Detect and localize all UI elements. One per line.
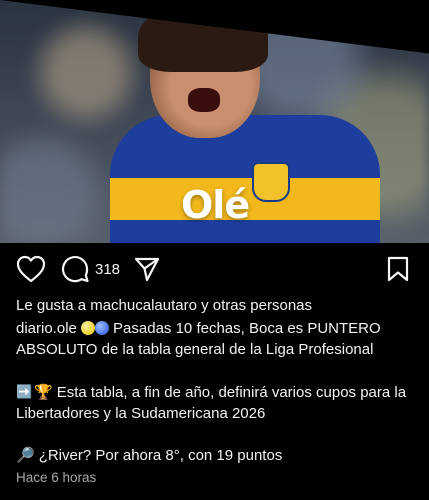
save-button[interactable] bbox=[386, 252, 410, 286]
post-caption-area: Le gusta a machucalautaro y otras person… bbox=[16, 295, 416, 466]
club-crest-icon bbox=[252, 162, 290, 202]
blue-circle-emoji-icon bbox=[95, 321, 110, 335]
comment-count: 318 bbox=[95, 260, 121, 278]
post-timestamp: Hace 6 horas bbox=[16, 470, 97, 485]
post-image[interactable]: Olé bbox=[0, 0, 429, 243]
caption-paragraph-3-block: 🔎 ¿River? Por ahora 8°, con 19 puntos bbox=[16, 445, 416, 466]
comment-bubble-icon bbox=[61, 256, 89, 283]
likes-summary[interactable]: Le gusta a machucalautaro y otras person… bbox=[16, 295, 416, 316]
yellow-circle-emoji-icon bbox=[81, 321, 96, 335]
caption-paragraph-3: ¿River? Por ahora 8°, con 19 puntos bbox=[38, 447, 283, 464]
player-mouth bbox=[188, 88, 220, 112]
share-button[interactable] bbox=[133, 252, 161, 286]
post-actions-bar: 318 bbox=[0, 252, 429, 288]
caption-username[interactable]: diario.ole bbox=[16, 320, 77, 337]
paper-plane-icon bbox=[134, 257, 160, 282]
like-button[interactable] bbox=[16, 252, 46, 286]
ole-logo: Olé bbox=[181, 183, 250, 227]
caption-text: diario.ole Pasadas 10 fechas, Boca es PU… bbox=[16, 318, 416, 360]
trophy-emoji-icon: 🏆 bbox=[34, 384, 53, 401]
bookmark-icon bbox=[387, 256, 409, 282]
caption-paragraph-2-block: ➡️ 🏆 Esta tabla, a fin de año, definirá va… bbox=[16, 381, 416, 424]
comment-button[interactable]: 318 bbox=[60, 252, 120, 286]
caption-paragraph-2: Esta tabla, a fin de año, definirá vario… bbox=[16, 384, 407, 422]
magnifier-emoji-icon: 🔎 bbox=[16, 447, 35, 464]
soon-arrow-emoji-icon: ➡️ bbox=[16, 384, 33, 399]
heart-icon bbox=[16, 255, 46, 283]
